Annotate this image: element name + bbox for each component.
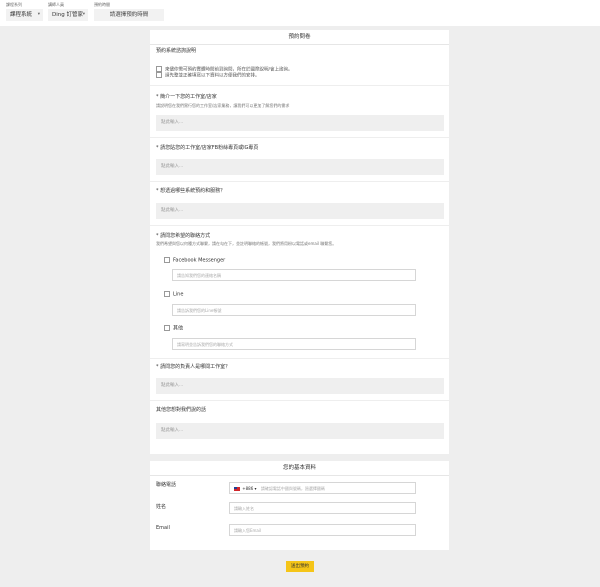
social-page-input[interactable]: 點此輸入...: [156, 159, 444, 175]
course-category-value: 課程系統: [10, 12, 33, 18]
email-field[interactable]: 請輸入您Email: [229, 524, 416, 536]
question-title: * 想透過哪些系統預約和服務？: [156, 188, 226, 194]
submit-booking-button[interactable]: 送出預約: [286, 561, 314, 572]
policy-item[interactable]: 請先整並正確填寫以下資料以方便我們的安排。: [156, 72, 260, 80]
other-message-input[interactable]: 點此輸入...: [156, 423, 444, 439]
question-title: * 簡介一下您的工作室/店家: [156, 94, 217, 100]
contact-option-other[interactable]: 其他: [164, 325, 183, 333]
basic-info-title: 您的基本資料: [150, 461, 449, 476]
checkbox-icon[interactable]: [164, 325, 170, 331]
instructor-value: Ding 訂管家: [52, 12, 83, 18]
instructor-label: 講師人員: [48, 2, 64, 7]
responsible-studio-input[interactable]: 點此輸入...: [156, 378, 444, 394]
question-title: 其他您想對我們說的話: [156, 407, 207, 413]
caret-down-icon: ▾: [82, 12, 85, 17]
checkbox-icon[interactable]: [156, 72, 162, 78]
instructor-select[interactable]: Ding 訂管家 ▾: [48, 9, 88, 21]
facebook-account-input[interactable]: 請告知我們您的連絡名稱: [172, 269, 416, 281]
divider: [150, 85, 449, 86]
divider: [150, 137, 449, 138]
question-title: * 請問您希望的聯絡方式: [156, 233, 211, 239]
booking-questionnaire-title: 預約問卷: [150, 30, 449, 45]
course-category-select[interactable]: 課程系統 ▾: [6, 9, 43, 21]
phone-label: 聯絡電話: [156, 482, 177, 488]
select-appointment-time-button[interactable]: 請選擇預約時間: [94, 9, 164, 21]
policy-title: 預約系統諮詢說明: [156, 48, 197, 54]
question-description: 我們希望與您以何種方式聯繫，請在勾在下，並註明聯絡的帳號，我們將用粉以電話或em…: [156, 241, 337, 246]
appointment-group: 預約時間 請選擇預約時間: [94, 2, 164, 21]
desired-services-input[interactable]: 點此輸入...: [156, 203, 444, 219]
name-field[interactable]: 請輸入姓名: [229, 502, 416, 514]
taiwan-flag-icon[interactable]: [234, 487, 240, 491]
booking-questionnaire-card: 預約問卷 預約系統諮詢說明 來儘你需可預約實體時間前到詢問，所在於國際說明/會上…: [150, 30, 449, 454]
contact-option-line[interactable]: Line: [164, 291, 183, 299]
studio-intro-input[interactable]: 點此輸入...: [156, 115, 444, 131]
checkbox-icon[interactable]: [164, 291, 170, 297]
instructor-group: 講師人員 Ding 訂管家 ▾: [48, 2, 88, 21]
name-label: 姓名: [156, 504, 167, 510]
line-account-input[interactable]: 請告訴我們您的Line帳號: [172, 304, 416, 316]
course-category-label: 課程系列: [6, 2, 22, 7]
divider: [150, 225, 449, 226]
divider: [150, 358, 449, 359]
basic-info-card: 您的基本資料 聯絡電話 +886 ▾ 請確認電話中國與號碼，過選擇國碼 姓名 請…: [150, 461, 449, 550]
question-title: * 請問您的負責人是哪間工作室？: [156, 364, 231, 370]
email-label: Email: [156, 525, 170, 531]
phone-placeholder: 請確認電話中國與號碼，過選擇國碼: [260, 486, 325, 491]
question-description: 請說明您在我們實行您的工作室/店家業務，讓我們可以更加了解您們的需求: [156, 103, 290, 108]
other-contact-input[interactable]: 請寫明並告訴我們您的聯絡方式: [172, 338, 416, 350]
divider: [150, 400, 449, 401]
appointment-label: 預約時間: [94, 2, 110, 7]
top-filter-bar: 課程系列 課程系統 ▾ 講師人員 Ding 訂管家 ▾ 預約時間 請選擇預約時間: [0, 0, 600, 26]
phone-field[interactable]: +886 ▾ 請確認電話中國與號碼，過選擇國碼: [229, 482, 416, 494]
divider: [150, 181, 449, 182]
course-category-group: 課程系列 課程系統 ▾: [6, 2, 43, 21]
question-title: * 請您貼您的工作室/店家FB粉絲專頁或IG專頁: [156, 145, 259, 151]
contact-option-facebook[interactable]: Facebook Messenger: [164, 257, 225, 265]
phone-code-select[interactable]: +886 ▾: [242, 486, 256, 491]
checkbox-icon[interactable]: [164, 257, 170, 263]
caret-down-icon: ▾: [37, 12, 40, 17]
